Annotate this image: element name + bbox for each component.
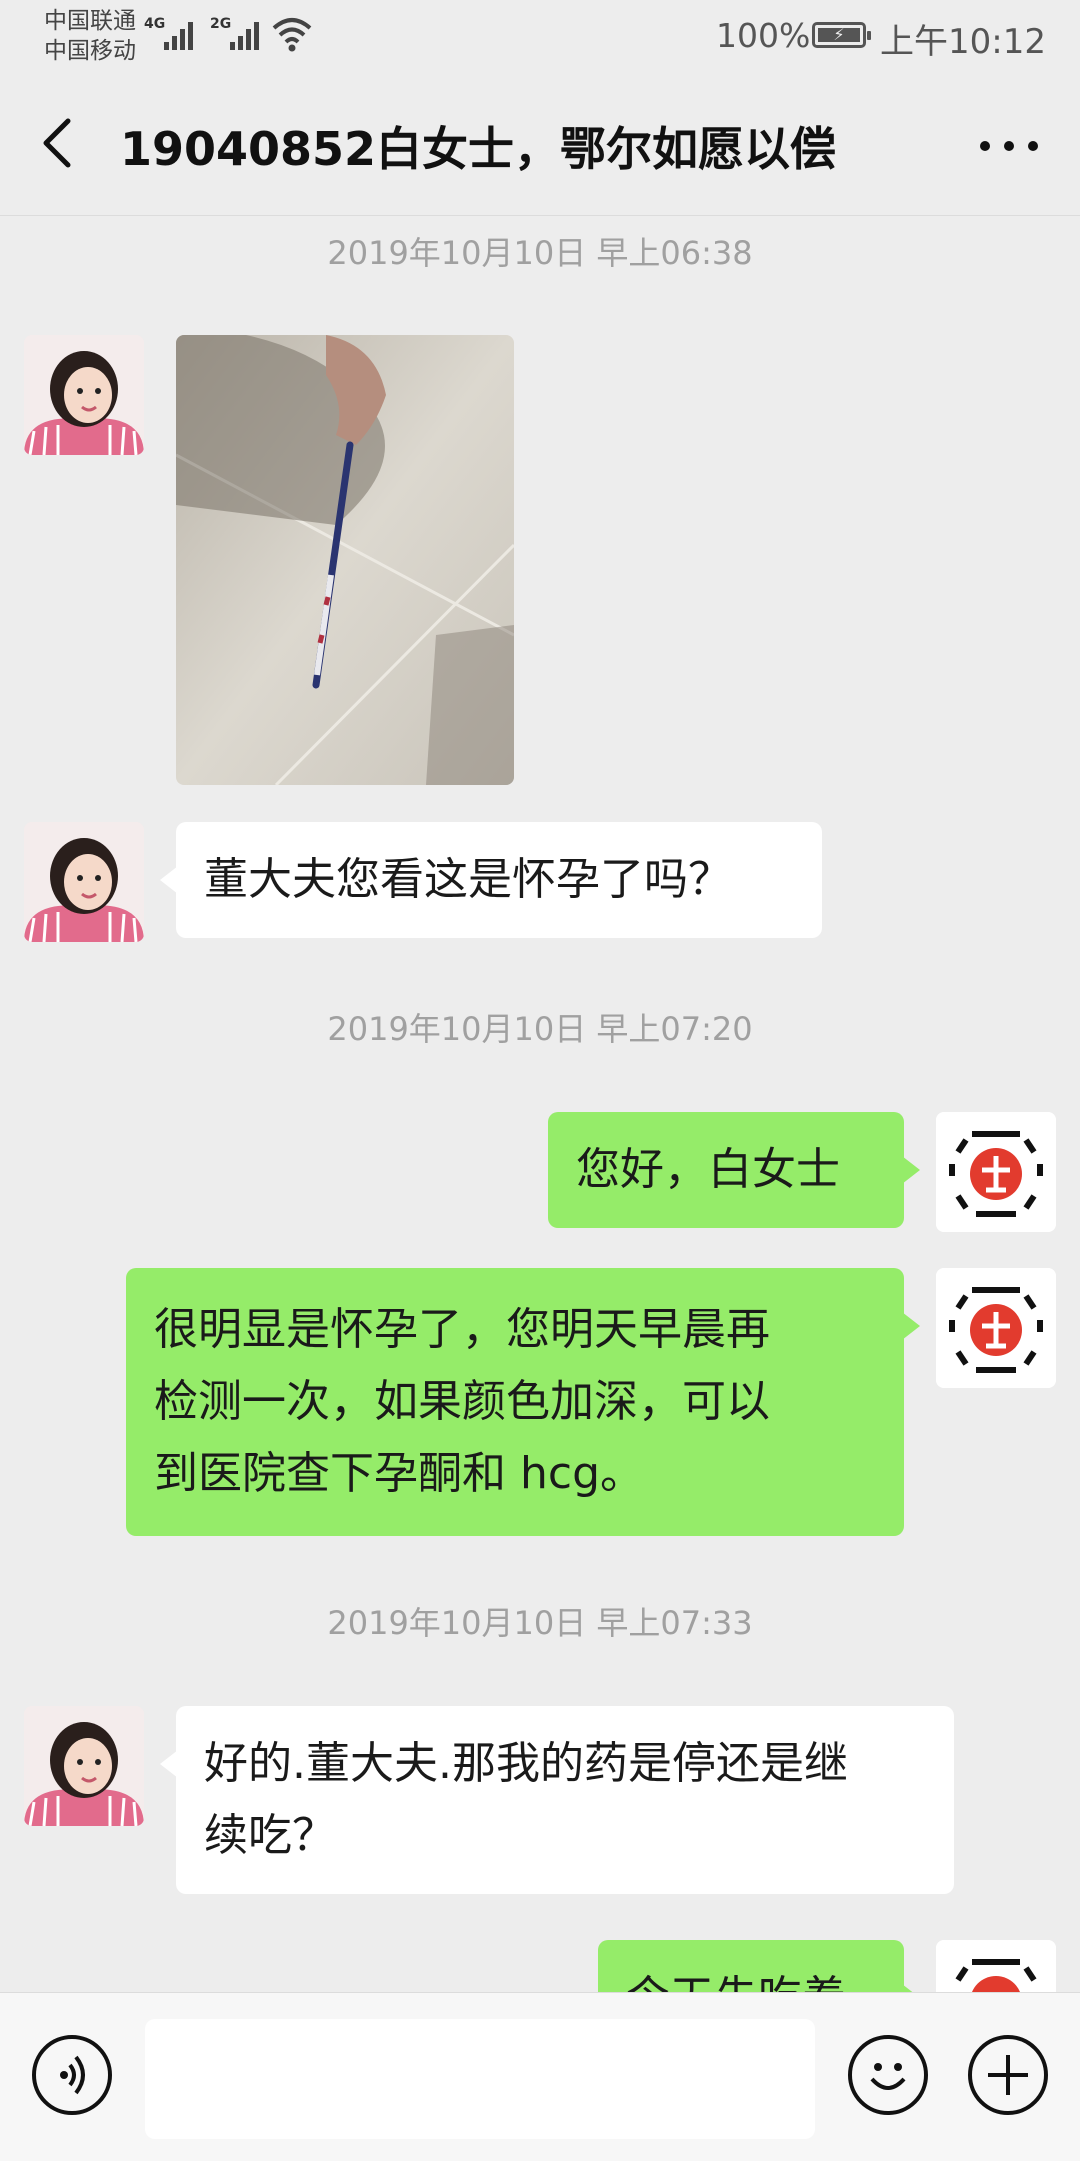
chat-header: 19040852白女士，鄂尔如愿以偿 xyxy=(0,75,1080,216)
more-dots-icon[interactable] xyxy=(980,135,1040,155)
message-timestamp: 2019年10月10日 早上07:20 xyxy=(327,1010,753,1048)
back-arrow-icon[interactable] xyxy=(30,113,90,173)
pregnancy-test-photo[interactable] xyxy=(176,335,514,785)
patient-avatar[interactable] xyxy=(24,822,144,942)
message-line: 到医院查下孕酮和 hcg。 xyxy=(154,1448,644,1499)
doctor-avatar[interactable] xyxy=(936,1112,1056,1232)
chat-message-outgoing[interactable]: 很明显是怀孕了，您明天早晨再 检测一次，如果颜色加深，可以 到医院查下孕酮和 h… xyxy=(126,1268,920,1536)
input-bar xyxy=(0,1992,1080,2161)
message-timestamp: 2019年10月10日 早上07:33 xyxy=(327,1604,753,1642)
carrier-2: 中国移动 xyxy=(44,38,136,64)
chat-message-incoming[interactable]: 董大夫您看这是怀孕了吗？ xyxy=(160,822,822,938)
wifi-icon xyxy=(272,18,312,52)
message-line: 您好，白女士 xyxy=(576,1144,840,1195)
plus-icon[interactable] xyxy=(968,2035,1048,2115)
carrier-labels: 中国联通 中国移动 xyxy=(44,6,136,66)
doctor-avatar[interactable] xyxy=(936,1268,1056,1388)
battery-charging-icon: ⚡ xyxy=(812,22,871,48)
network-type-2: 2G xyxy=(210,16,232,32)
patient-avatar[interactable] xyxy=(24,1706,144,1826)
voice-icon[interactable] xyxy=(32,2035,112,2115)
status-time: 上午10:12 xyxy=(880,22,1046,62)
message-line: 检测一次，如果颜色加深，可以 xyxy=(154,1376,770,1427)
chat-title: 19040852白女士，鄂尔如愿以偿 xyxy=(120,122,837,176)
message-line: 董大夫您看这是怀孕了吗？ xyxy=(204,854,732,905)
patient-avatar[interactable] xyxy=(24,335,144,455)
chat-message-outgoing[interactable]: 您好，白女士 xyxy=(548,1112,920,1228)
message-line: 好的.董大夫.那我的药是停还是继 xyxy=(204,1738,848,1789)
emoji-icon[interactable] xyxy=(848,2035,928,2115)
message-line: 很明显是怀孕了，您明天早晨再 xyxy=(154,1304,770,1355)
message-line: 续吃？ xyxy=(204,1810,336,1861)
message-timestamp: 2019年10月10日 早上06:38 xyxy=(327,234,753,272)
status-bar: 中国联通 中国移动 4G 2G 100% ⚡ 上午10:12 xyxy=(0,0,1080,75)
chat-message-incoming[interactable]: 好的.董大夫.那我的药是停还是继 续吃？ xyxy=(160,1706,954,1894)
network-type-1: 4G xyxy=(144,16,166,32)
message-input[interactable] xyxy=(145,2019,815,2139)
carrier-1: 中国联通 xyxy=(44,8,136,34)
battery-percent: 100% xyxy=(716,16,811,55)
